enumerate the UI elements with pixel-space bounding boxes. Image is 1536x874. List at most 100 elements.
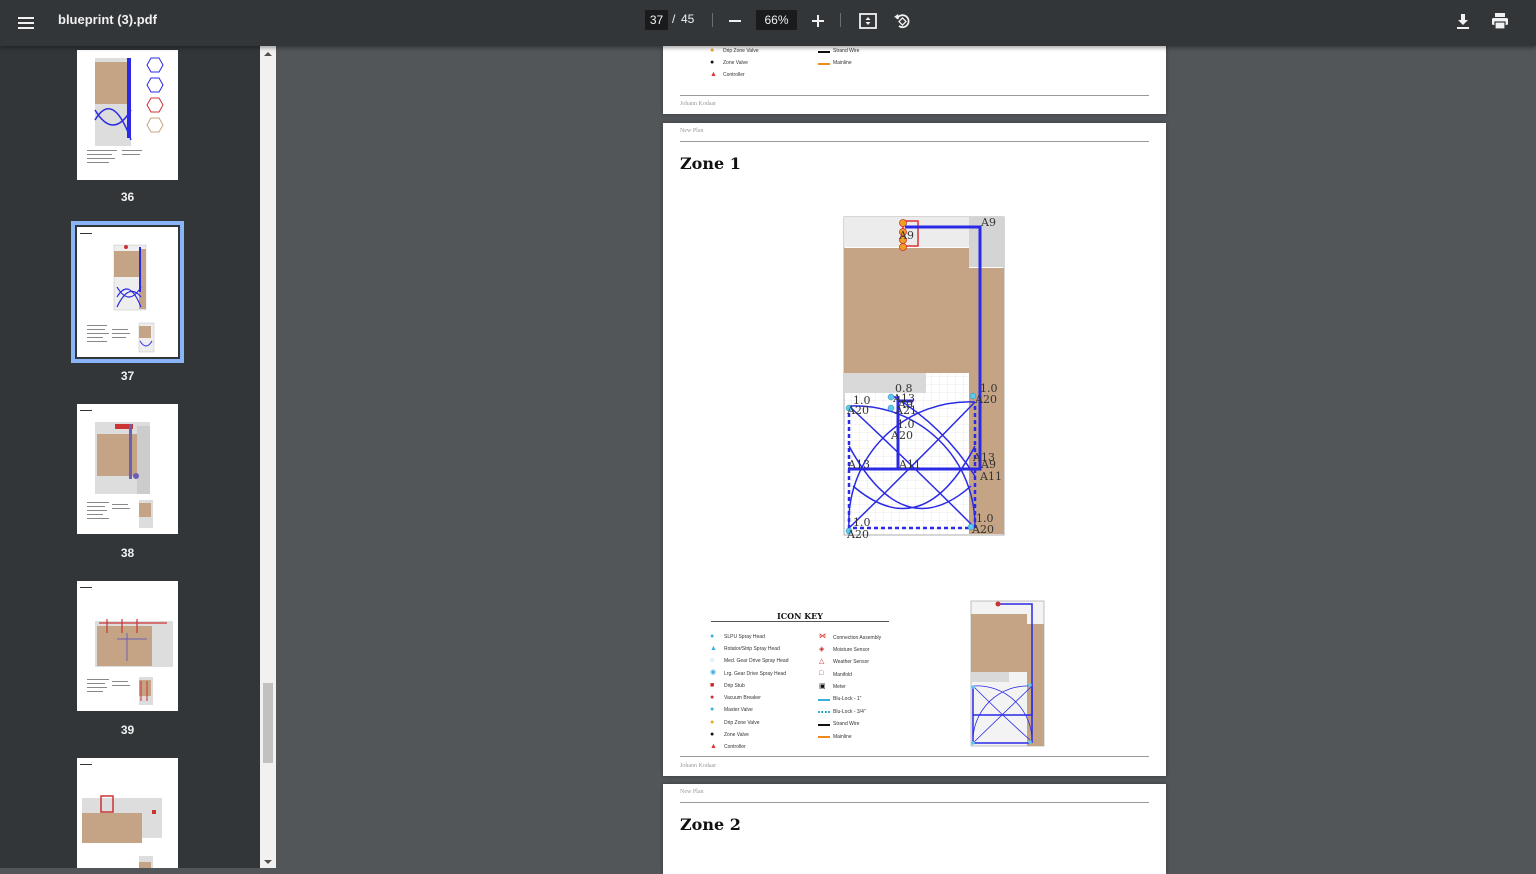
legend-item: Connection Assembly xyxy=(833,635,882,641)
legend-item: Moisture Sensor xyxy=(833,647,870,653)
page-header: New Plan xyxy=(680,128,704,134)
toolbar-divider xyxy=(712,13,713,27)
legend-item: Manifold xyxy=(833,672,852,678)
drip-zone-valve-icon: ● xyxy=(710,719,715,726)
download-icon xyxy=(1457,14,1469,29)
blu-lock-34-icon xyxy=(818,711,830,713)
thumbnail-image xyxy=(77,50,178,180)
plan-label: A20 xyxy=(974,393,997,406)
rotate-button[interactable] xyxy=(891,10,913,32)
mainline-icon xyxy=(818,736,830,738)
thumbnail-37[interactable]: 37 xyxy=(71,221,184,386)
page-number-input[interactable]: 37 xyxy=(645,10,668,30)
thumbnail-39[interactable]: 39 xyxy=(71,575,184,740)
file-title: blueprint (3).pdf xyxy=(58,12,157,27)
print-icon xyxy=(1492,13,1508,30)
drip-stub-icon: ■ xyxy=(710,682,715,689)
controller-icon: ▲ xyxy=(710,743,717,750)
print-button[interactable] xyxy=(1489,10,1511,32)
legend-item: Rotator/Strip Spray Head xyxy=(724,646,780,652)
legend-item: Master Valve xyxy=(724,707,753,713)
legend-item: Drip Stub xyxy=(724,683,745,689)
thumbnail-label: 38 xyxy=(120,546,135,560)
plan-label: A20 xyxy=(846,528,869,541)
sidebar-scrollbar-thumb[interactable] xyxy=(263,683,273,763)
thumbnail-36[interactable]: 36 xyxy=(71,46,184,204)
plan-label: A11 xyxy=(898,458,921,471)
thumbnail-image xyxy=(77,758,178,868)
zone-valve-icon: ● xyxy=(710,59,715,66)
zoom-in-button[interactable] xyxy=(807,10,829,32)
legend-item: Mainline xyxy=(833,734,852,740)
page-footer: Johann Kodaar xyxy=(680,763,717,769)
page-title: Zone 1 xyxy=(680,154,741,173)
scroll-up-arrow-icon[interactable] xyxy=(260,48,276,60)
pdf-toolbar: blueprint (3).pdf 37 / 45 66% xyxy=(0,0,1536,46)
legend-item: Strand Wire xyxy=(833,48,860,54)
thumbnail-label: 39 xyxy=(120,723,135,737)
zone-valve-icon: ● xyxy=(710,731,715,738)
legend-item: Zone Valve xyxy=(724,732,749,738)
strand-wire-icon xyxy=(818,51,830,53)
legend-item: Drip Zone Valve xyxy=(724,720,760,726)
lrg-gear-drive-icon: ◉ xyxy=(710,669,717,676)
thumbnail-label: 37 xyxy=(120,369,135,383)
legend-item: Vacuum Breaker xyxy=(724,695,761,701)
plan-label: A20 xyxy=(971,523,994,536)
fit-to-page-button[interactable] xyxy=(857,10,879,32)
menu-icon[interactable] xyxy=(14,11,38,35)
thumbnail-40[interactable] xyxy=(71,752,184,868)
plan-label: A11 xyxy=(979,470,1002,483)
pdf-page-38: New Plan Zone 2 xyxy=(663,784,1166,874)
header-rule xyxy=(680,141,1149,142)
download-button[interactable] xyxy=(1452,10,1474,32)
rotator-spray-head-icon: ▲ xyxy=(710,645,717,652)
meter-icon: ▣ xyxy=(819,683,826,690)
legend-item: Controller xyxy=(723,72,745,78)
mainline-icon xyxy=(818,63,830,65)
plan-label: A20 xyxy=(890,429,913,442)
med-gear-drive-icon: ○ xyxy=(710,657,715,664)
page-separator: / xyxy=(672,12,676,26)
page-total: 45 xyxy=(681,12,695,26)
footer-rule xyxy=(680,95,1149,96)
plan-label: A13 xyxy=(847,458,870,471)
pdf-page-36: ● Drip Zone Valve ● Zone Valve ▲ Control… xyxy=(663,40,1166,114)
toolbar-divider xyxy=(840,13,841,27)
legend-item: Lrg. Gear Drive Spray Head xyxy=(724,671,786,677)
thumbnail-image xyxy=(77,581,178,711)
legend-item: Controller xyxy=(724,744,746,750)
footer-rule xyxy=(680,756,1149,757)
zone-plan-drawing: A9 A9 0.8 A13 A9 A21 1.0 A20 1.0 A20 1.0… xyxy=(843,216,1005,541)
moisture-sensor-icon: ◈ xyxy=(819,646,825,653)
header-rule xyxy=(680,802,1149,803)
connection-assembly-icon: ⋈ xyxy=(819,633,826,640)
plan-label: A9 xyxy=(980,216,996,229)
page-title: Zone 2 xyxy=(680,815,741,834)
icon-key-title: ICON KEY xyxy=(777,611,823,621)
vacuum-breaker-icon: ● xyxy=(710,694,715,701)
legend-item: Blu-Lock - 1" xyxy=(833,696,862,702)
scroll-down-arrow-icon[interactable] xyxy=(260,856,276,868)
master-valve-icon: ● xyxy=(710,706,715,713)
legend-item: Strand Wire xyxy=(833,721,860,727)
zoom-input[interactable]: 66% xyxy=(756,10,797,30)
thumbnail-image xyxy=(77,227,178,357)
thumbnail-image xyxy=(77,404,178,534)
controller-icon: ▲ xyxy=(710,71,717,78)
thumbnail-38[interactable]: 38 xyxy=(71,398,184,563)
manifold-icon: □ xyxy=(819,670,824,677)
legend-item: Med. Gear Drive Spray Head xyxy=(724,658,789,664)
plan-label: A20 xyxy=(846,404,869,417)
plan-label: A9 xyxy=(898,229,914,242)
fit-page-icon xyxy=(859,13,877,29)
legend-item: Blu-Lock - 3/4" xyxy=(833,709,866,715)
zone-minimap xyxy=(970,600,1045,747)
plus-icon xyxy=(812,15,824,27)
drip-zone-valve-icon: ● xyxy=(710,47,715,54)
zoom-out-button[interactable] xyxy=(724,10,746,32)
blu-lock-1-icon xyxy=(818,699,830,701)
pdf-page-37: New Plan Zone 1 A9 A9 0.8 A13 A9 A21 1.0… xyxy=(663,123,1166,776)
legend-item: Zone Valve xyxy=(723,60,748,66)
legend-item: Mainline xyxy=(833,60,852,66)
